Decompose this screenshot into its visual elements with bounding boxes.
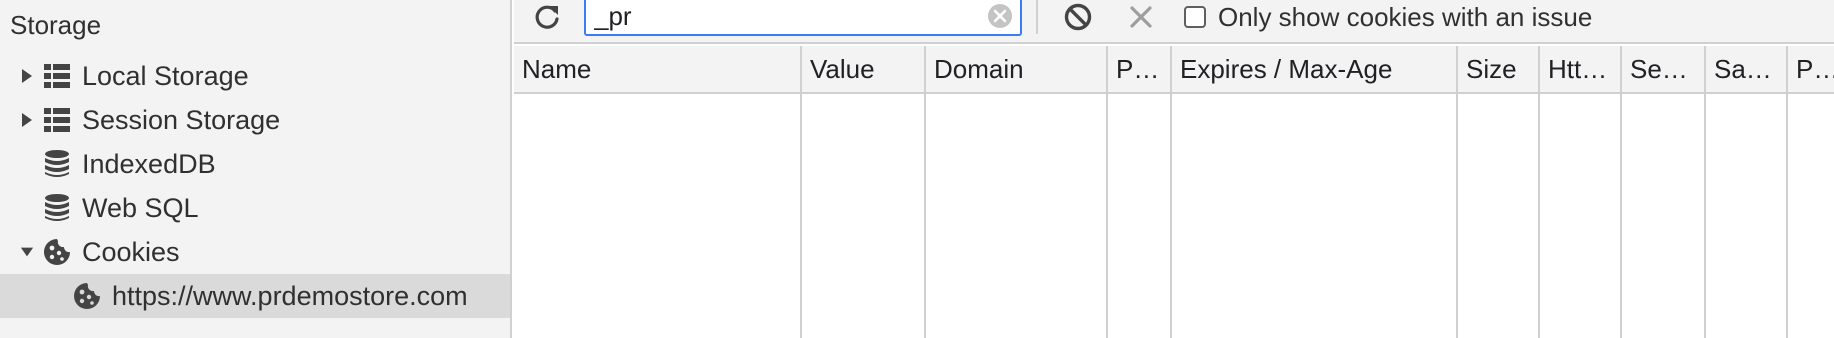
sidebar-item-label: IndexedDB [82, 148, 216, 179]
expand-arrow-icon[interactable] [20, 111, 34, 129]
filter-input[interactable] [594, 0, 974, 34]
sidebar-item-local-storage[interactable]: Local Storage [0, 54, 510, 98]
table-grid-icon [42, 105, 72, 135]
column-header-size[interactable]: Size [1458, 46, 1538, 92]
database-icon [42, 149, 72, 179]
column-divider[interactable] [1620, 46, 1622, 338]
column-header-samesite[interactable]: Sa… [1706, 46, 1786, 92]
column-divider[interactable] [1786, 46, 1788, 338]
block-icon [1064, 3, 1092, 31]
toolbar-divider [1036, 0, 1038, 34]
issue-checkbox[interactable] [1184, 6, 1206, 28]
sidebar-item-cookie-domain[interactable]: https://www.prdemostore.com [0, 274, 510, 318]
sidebar-item-session-storage[interactable]: Session Storage [0, 98, 510, 142]
clear-all-cookies-button[interactable] [1061, 0, 1095, 34]
sidebar-item-label: Local Storage [82, 60, 249, 91]
database-icon [42, 193, 72, 223]
column-divider[interactable] [924, 46, 926, 338]
column-header-value[interactable]: Value [802, 46, 924, 92]
expand-arrow-icon[interactable] [20, 67, 34, 85]
table-grid-icon [42, 61, 72, 91]
delete-selected-button[interactable] [1124, 0, 1158, 34]
close-icon [1130, 6, 1152, 28]
sidebar-item-label: Cookies [82, 236, 180, 267]
table-header: Name Value Domain P… Expires / Max-Age S… [514, 46, 1834, 94]
refresh-button[interactable] [530, 0, 564, 34]
column-divider[interactable] [1106, 46, 1108, 338]
column-divider[interactable] [1456, 46, 1458, 338]
sidebar-item-label: https://www.prdemostore.com [112, 280, 468, 311]
column-header-httponly[interactable]: Htt… [1540, 46, 1620, 92]
sidebar-item-label: Session Storage [82, 104, 281, 135]
cookies-table: Name Value Domain P… Expires / Max-Age S… [514, 46, 1834, 338]
column-divider[interactable] [800, 46, 802, 338]
sidebar-item-cookies[interactable]: Cookies [0, 230, 510, 274]
column-header-name[interactable]: Name [514, 46, 800, 92]
column-header-domain[interactable]: Domain [926, 46, 1106, 92]
cookie-icon [42, 237, 72, 267]
column-header-priority[interactable]: Pri [1788, 46, 1834, 92]
column-divider[interactable] [1538, 46, 1540, 338]
filter-field[interactable] [584, 0, 1022, 36]
column-header-path[interactable]: P… [1108, 46, 1170, 92]
sidebar-item-web-sql[interactable]: Web SQL [0, 186, 510, 230]
sidebar-item-label: Web SQL [82, 192, 199, 223]
sidebar-item-indexeddb[interactable]: IndexedDB [0, 142, 510, 186]
issue-filter-toggle[interactable]: Only show cookies with an issue [1184, 0, 1592, 34]
column-header-expires[interactable]: Expires / Max-Age [1172, 46, 1456, 92]
column-header-secure[interactable]: Se… [1622, 46, 1704, 92]
column-divider[interactable] [1704, 46, 1706, 338]
issue-checkbox-label: Only show cookies with an issue [1218, 1, 1593, 32]
column-divider[interactable] [1170, 46, 1172, 338]
cookie-icon [72, 281, 102, 311]
storage-sidebar: Storage Local Storage Session Storage In… [0, 0, 512, 338]
sidebar-section-title: Storage [10, 10, 102, 40]
collapse-arrow-icon[interactable] [20, 243, 34, 261]
cookies-toolbar: Only show cookies with an issue [514, 0, 1834, 44]
refresh-icon [535, 5, 559, 29]
clear-filter-icon[interactable] [986, 2, 1014, 30]
